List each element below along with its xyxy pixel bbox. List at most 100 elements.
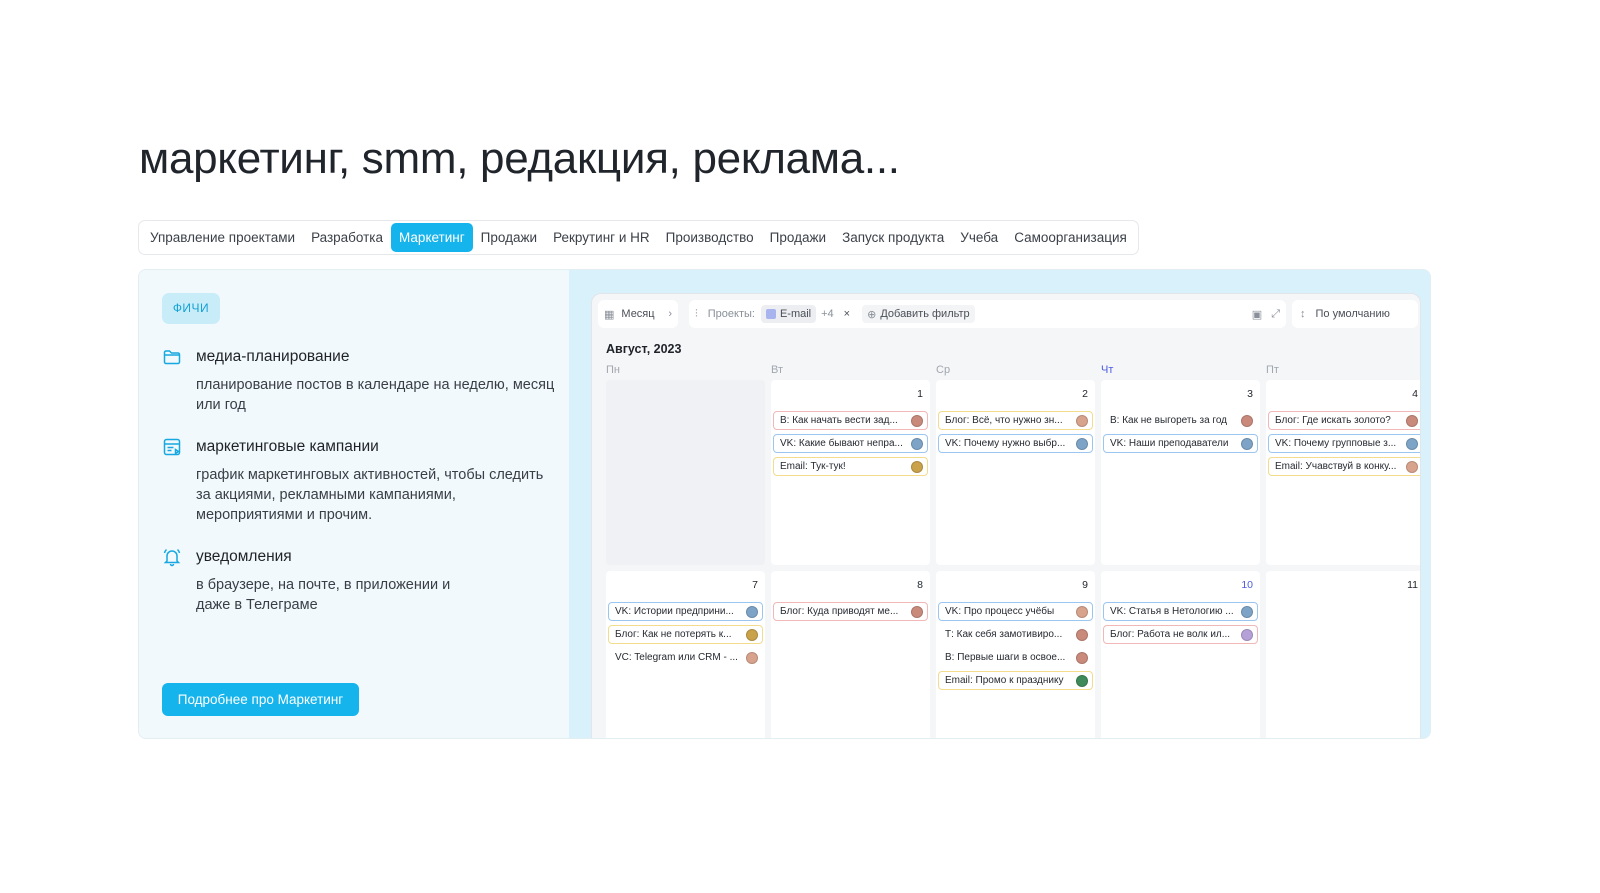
more-projects-count[interactable]: +4 [821, 308, 834, 320]
calendar-app: ▦ Месяц › ⫶ Проекты: E-mail +4 × ⊕ Добав… [591, 293, 1421, 738]
tab-3[interactable]: Продажи [473, 223, 545, 252]
calendar-icon: ▦ [604, 308, 615, 321]
assignee-avatar [1076, 606, 1088, 618]
day-cell[interactable]: 7 VK: Истории предприни... Блог: Как не по… [606, 571, 765, 738]
event-title: VK: Наши преподаватели [1110, 438, 1229, 449]
assignee-avatar [1406, 461, 1418, 473]
event-title: Email: Промо к празднику [945, 675, 1064, 686]
event-title: Блог: Куда приводят ме... [780, 606, 899, 617]
campaign-icon [163, 438, 181, 456]
calendar-event[interactable]: VK: Почему нужно выбр... [938, 434, 1093, 453]
calendar-event[interactable]: В: Первые шаги в освое... [938, 648, 1093, 667]
tab-4[interactable]: Рекрутинг и HR [545, 223, 658, 252]
assignee-avatar [1241, 415, 1253, 427]
sort-selector[interactable]: ↕ По умолчанию [1292, 300, 1418, 328]
calendar-event[interactable]: Блог: Как не потерять к... [608, 625, 763, 644]
calendar-event[interactable]: VK: Какие бывают непра... [773, 434, 928, 453]
event-title: В: Как не выгореть за год [1110, 415, 1228, 426]
remove-filter-icon[interactable]: × [844, 308, 850, 320]
tab-9[interactable]: Самоорганизация [1006, 223, 1135, 252]
day-cell[interactable]: 11 [1266, 571, 1420, 738]
tab-2[interactable]: Маркетинг [391, 223, 473, 252]
assignee-avatar [1241, 438, 1253, 450]
event-title: VK: Истории предприни... [615, 606, 734, 617]
calendar-event[interactable]: Блог: Куда приводят ме... [773, 602, 928, 621]
weekday-header: Ср [936, 364, 951, 376]
filter-bar: ⫶ Проекты: E-mail +4 × ⊕ Добавить фильтр… [689, 300, 1286, 328]
event-title: VK: Почему групповые з... [1275, 438, 1397, 449]
event-title: VC: Telegram или CRM - ... [615, 652, 738, 663]
calendar-event[interactable]: VK: Почему групповые з... [1268, 434, 1420, 453]
calendar-event[interactable]: VC: Telegram или CRM - ... [608, 648, 763, 667]
tab-0[interactable]: Управление проектами [142, 223, 303, 252]
sort-label: По умолчанию [1315, 308, 1390, 320]
day-cell[interactable]: 8 Блог: Куда приводят ме... [771, 571, 930, 738]
folder-icon [163, 350, 181, 365]
calendar-event[interactable]: VK: Про процесс учёбы [938, 602, 1093, 621]
plus-circle-icon: ⊕ [867, 308, 877, 321]
tab-7[interactable]: Запуск продукта [834, 223, 952, 252]
assignee-avatar [1076, 652, 1088, 664]
save-icon[interactable]: ▣ [1252, 308, 1262, 321]
feature-title: маркетинговые кампании [196, 438, 379, 455]
feature-card: ФИЧИ медиа-планирование планирование пос… [138, 269, 1431, 739]
calendar-event[interactable]: В: Как начать вести зад... [773, 411, 928, 430]
calendar-event[interactable]: Email: Тук-тук! [773, 457, 928, 476]
calendar-event[interactable]: VK: Наши преподаватели [1103, 434, 1258, 453]
add-filter-button[interactable]: ⊕ Добавить фильтр [862, 305, 975, 323]
event-title: VK: Про процесс учёбы [945, 606, 1055, 617]
calendar-event[interactable]: VK: Статья в Нетологию ... [1103, 602, 1258, 621]
project-chip-label: E-mail [779, 308, 812, 320]
assignee-avatar [1076, 415, 1088, 427]
assignee-avatar [1406, 415, 1418, 427]
event-title: Блог: Работа не волк ил... [1110, 629, 1231, 640]
weekday-header: Вт [771, 364, 784, 376]
event-title: Email: Учавствуй в конку... [1275, 461, 1397, 472]
view-selector[interactable]: ▦ Месяц › [598, 300, 678, 328]
event-title: Блог: Где искать золото? [1275, 415, 1391, 426]
day-cell[interactable] [606, 380, 765, 565]
event-title: VK: Статья в Нетологию ... [1110, 606, 1234, 617]
event-title: В: Как начать вести зад... [780, 415, 898, 426]
day-number: 7 [752, 579, 758, 591]
tab-6[interactable]: Продажи [762, 223, 834, 252]
event-title: VK: Какие бывают непра... [780, 438, 903, 449]
features-panel: ФИЧИ медиа-планирование планирование пос… [139, 270, 569, 738]
tab-8[interactable]: Учеба [952, 223, 1006, 252]
calendar-event[interactable]: Email: Учавствуй в конку... [1268, 457, 1420, 476]
assignee-avatar [911, 415, 923, 427]
calendar-event[interactable]: Блог: Где искать золото? [1268, 411, 1420, 430]
calendar-preview-panel: ▦ Месяц › ⫶ Проекты: E-mail +4 × ⊕ Добав… [569, 270, 1430, 738]
day-number: 3 [1247, 388, 1253, 400]
day-cell[interactable]: 1 В: Как начать вести зад... VK: Какие быв… [771, 380, 930, 565]
event-title: Блог: Всё, что нужно зн... [945, 415, 1063, 426]
day-cell[interactable]: 4 Блог: Где искать золото? VK: Почему груп… [1266, 380, 1420, 565]
assignee-avatar [746, 652, 758, 664]
day-cell[interactable]: 10 VK: Статья в Нетологию ... Блог: Работа… [1101, 571, 1260, 738]
project-chip[interactable]: E-mail [760, 305, 817, 323]
assignee-avatar [1076, 675, 1088, 687]
assignee-avatar [746, 629, 758, 641]
day-cell[interactable]: 2 Блог: Всё, что нужно зн... VK: Почему ну… [936, 380, 1095, 565]
calendar-event[interactable]: Email: Промо к празднику [938, 671, 1093, 690]
expand-icon[interactable]: ⤢ [1271, 308, 1280, 321]
day-cell[interactable]: 3 В: Как не выгореть за год VK: Наши препо… [1101, 380, 1260, 565]
event-title: Блог: Как не потерять к... [615, 629, 732, 640]
weekday-header: Чт [1101, 364, 1114, 376]
calendar-event[interactable]: В: Как не выгореть за год [1103, 411, 1258, 430]
learn-more-button[interactable]: Подробнее про Маркетинг [162, 683, 359, 716]
event-title: VK: Почему нужно выбр... [945, 438, 1066, 449]
bell-icon [163, 548, 181, 567]
calendar-event[interactable]: Блог: Всё, что нужно зн... [938, 411, 1093, 430]
page-title: маркетинг, smm, редакция, реклама... [139, 134, 900, 183]
calendar-event[interactable]: Т: Как себя замотивиро... [938, 625, 1093, 644]
calendar-event[interactable]: Блог: Работа не волк ил... [1103, 625, 1258, 644]
chevron-right-icon: › [668, 308, 672, 320]
sort-icon: ↕ [1300, 308, 1306, 320]
day-cell[interactable]: 9 VK: Про процесс учёбы Т: Как себя замоти… [936, 571, 1095, 738]
tab-1[interactable]: Разработка [303, 223, 391, 252]
event-title: В: Первые шаги в освое... [945, 652, 1066, 663]
calendar-event[interactable]: VK: Истории предприни... [608, 602, 763, 621]
sliders-icon[interactable]: ⫶ [695, 308, 698, 321]
tab-5[interactable]: Производство [658, 223, 762, 252]
